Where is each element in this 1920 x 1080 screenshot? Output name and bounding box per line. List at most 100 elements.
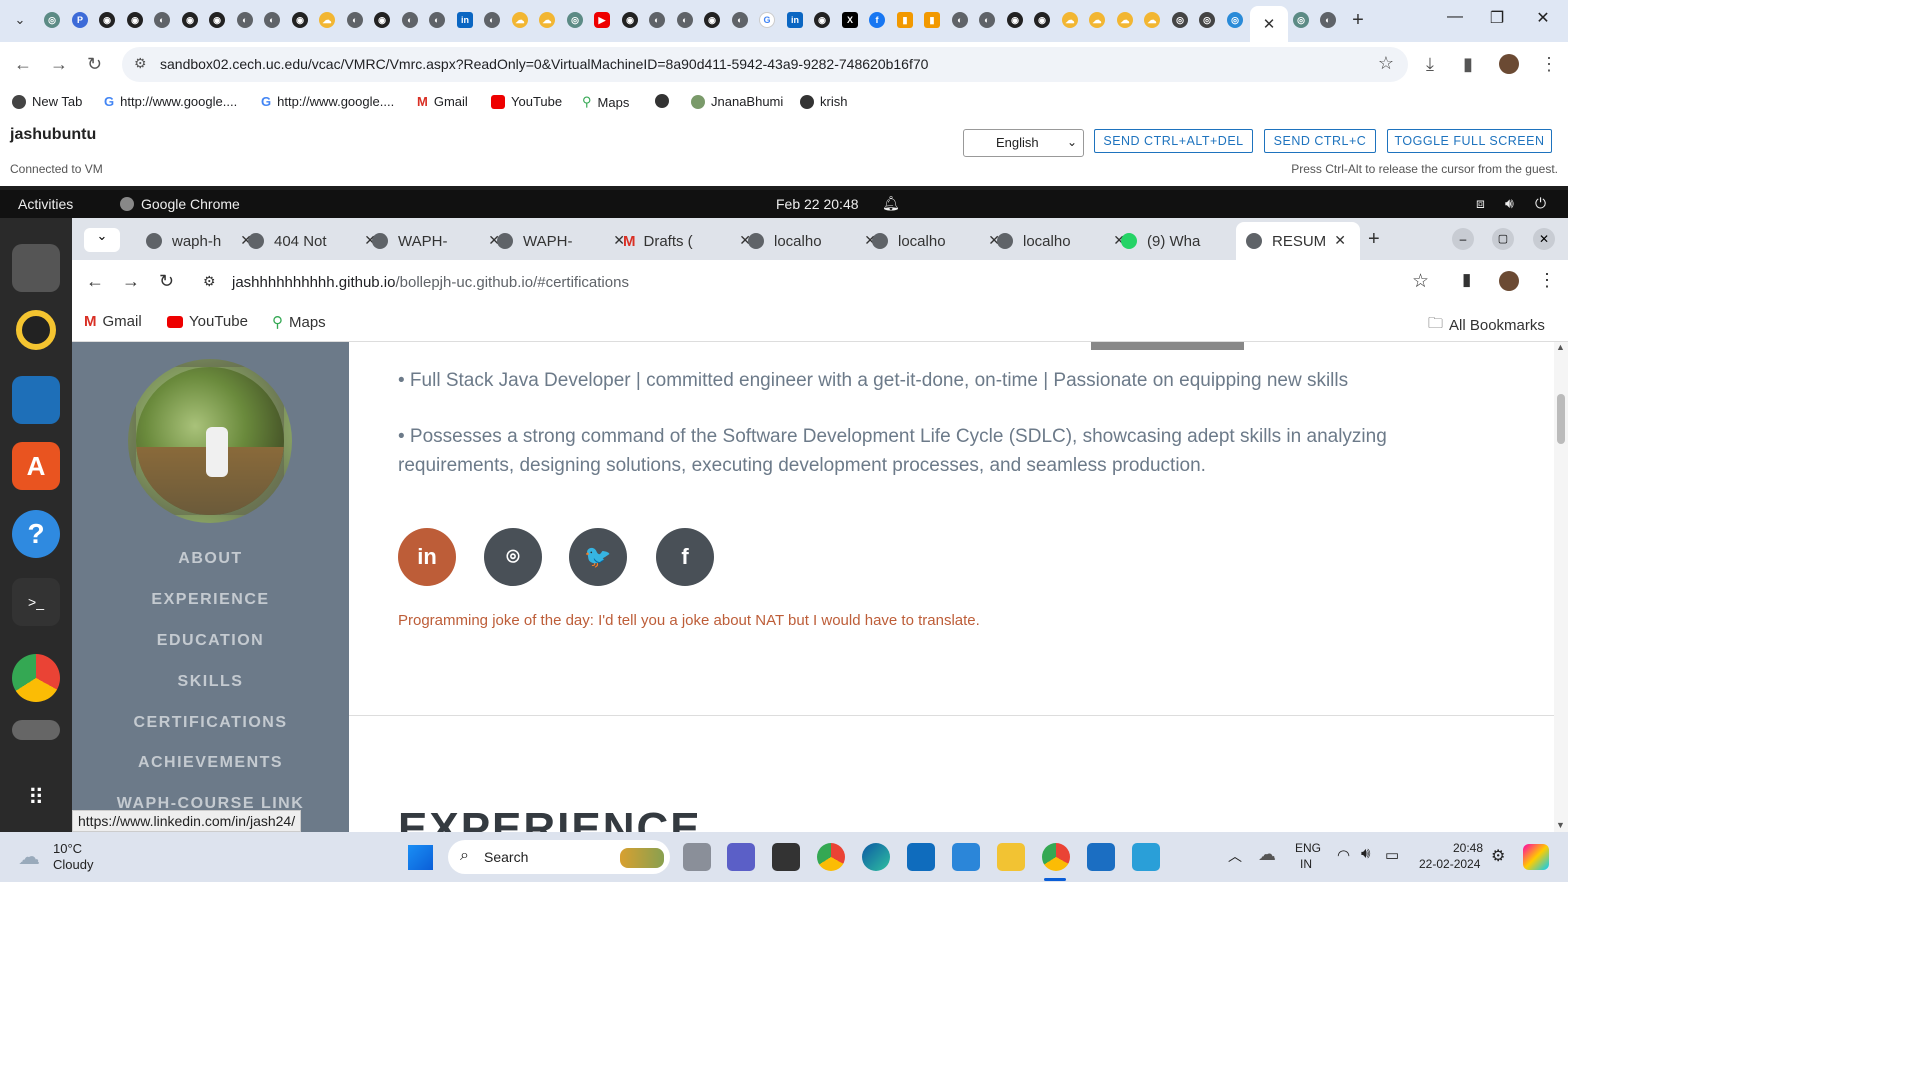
weather-tab[interactable]: ☁ [1086, 9, 1108, 31]
taskbar-date[interactable]: 22-02-2024 [1419, 857, 1480, 871]
globe-tab[interactable]: ◐ [399, 9, 421, 31]
weather-tab[interactable]: ☁ [1059, 9, 1081, 31]
nav-achievements[interactable]: ACHIEVEMENTS [72, 754, 349, 772]
github-tab[interactable]: ◉ [1031, 9, 1053, 31]
minimize-icon[interactable]: – [1452, 228, 1474, 250]
bookmark-youtube[interactable]: YouTube [167, 313, 248, 330]
nav-skills[interactable]: SKILLS [72, 673, 349, 691]
nav-about[interactable]: ABOUT [72, 550, 349, 568]
close-icon[interactable]: ✕ [1263, 15, 1276, 33]
tab-search-icon[interactable]: ⌄ [84, 228, 120, 252]
active-tab[interactable]: ✕ [1250, 6, 1288, 42]
side-panel-icon[interactable]: ▮ [1463, 54, 1473, 75]
app-grid-icon[interactable]: ⠿ [12, 774, 60, 822]
bookmark-maps[interactable]: ⚲ Maps [272, 313, 326, 332]
activities-button[interactable]: Activities [18, 196, 73, 212]
globe-tab[interactable]: ◐ [426, 9, 448, 31]
youtube-tab[interactable]: ▶ [591, 9, 613, 31]
copilot-icon[interactable] [1523, 844, 1549, 870]
download-icon[interactable]: ⤓ [1426, 54, 1434, 75]
bookmark-gmail[interactable]: M Gmail [84, 313, 142, 330]
site-info-icon[interactable]: ⚙ [203, 273, 216, 290]
file-explorer-icon[interactable] [997, 843, 1025, 871]
tab[interactable]: localho ✕ [872, 222, 1000, 260]
avatar[interactable] [1499, 271, 1519, 291]
lang-code[interactable]: ENG [1295, 841, 1321, 855]
files-icon[interactable] [12, 244, 60, 292]
github-tab[interactable]: ◉ [289, 9, 311, 31]
linkedin-tab[interactable]: in [784, 9, 806, 31]
bookmark-google-1[interactable]: Ghttp://www.google.... [104, 94, 237, 109]
paint-icon[interactable] [1132, 843, 1160, 871]
weather-tab[interactable]: ☁ [316, 9, 338, 31]
clock[interactable]: Feb 22 20:48 [776, 196, 859, 212]
tab-active[interactable]: RESUM ✕ [1236, 222, 1360, 260]
github-tab[interactable]: ◉ [701, 9, 723, 31]
bookmark-new-tab[interactable]: New Tab [12, 94, 82, 109]
onedrive-icon[interactable]: ☁ [1258, 844, 1276, 865]
chrome-active-icon[interactable] [1042, 843, 1070, 871]
tab-close-icon[interactable]: ✕ [1334, 232, 1346, 249]
google-tab[interactable]: G [756, 9, 778, 31]
weather-desc[interactable]: Cloudy [53, 857, 93, 872]
pinned-tab[interactable]: P [69, 9, 91, 31]
menu-icon[interactable]: ⋮ [1540, 54, 1558, 75]
wifi-icon[interactable]: ◠ [1337, 846, 1350, 864]
store-icon[interactable] [907, 843, 935, 871]
vm-screen[interactable]: Activities Google Chrome Feb 22 20:48 🔔︎… [0, 186, 1568, 832]
github-tab[interactable]: ◉ [206, 9, 228, 31]
scrollbar-thumb[interactable] [1557, 394, 1565, 444]
chart-tab[interactable]: ▮ [894, 9, 916, 31]
toggle-fullscreen-button[interactable]: TOGGLE FULL SCREEN [1387, 129, 1552, 153]
search-box[interactable]: ⌕ Search [448, 840, 670, 874]
pinned-tab[interactable]: ◎ [41, 9, 63, 31]
chevron-up-icon[interactable]: ︿ [1228, 846, 1242, 866]
forward-icon[interactable]: → [122, 271, 140, 292]
side-panel-icon[interactable]: ▮ [1462, 270, 1471, 290]
pinned-tab[interactable]: ◎ [1290, 9, 1312, 31]
tab[interactable]: waph-h ✕ [124, 222, 252, 260]
github-tab[interactable]: ◉ [96, 9, 118, 31]
lang-region[interactable]: IN [1300, 857, 1312, 871]
chart-tab[interactable]: ▮ [921, 9, 943, 31]
app-icon[interactable] [772, 843, 800, 871]
avatar[interactable] [1499, 54, 1519, 74]
battery-icon[interactable]: ▭ [1385, 846, 1399, 864]
back-icon[interactable]: ← [86, 271, 104, 292]
bookmark-star-icon[interactable]: ☆ [1412, 270, 1429, 293]
pinned-tab[interactable]: ◎ [1224, 9, 1246, 31]
weather-tab[interactable]: ☁ [1141, 9, 1163, 31]
volume-icon[interactable]: 🔊︎ [1361, 845, 1370, 862]
minimize-icon[interactable]: — [1432, 8, 1478, 26]
tab[interactable]: WAPH- ✕ [372, 222, 500, 260]
linkedin-icon[interactable]: in [398, 528, 456, 586]
drive-icon[interactable] [12, 720, 60, 740]
globe-tab[interactable]: ◐ [674, 9, 696, 31]
bookmark-youtube[interactable]: YouTube [491, 94, 562, 109]
pinned-tab[interactable]: ◎ [1169, 9, 1191, 31]
new-tab-button[interactable]: + [1368, 228, 1380, 251]
network-icon[interactable]: ⧈ [1476, 195, 1485, 212]
menu-icon[interactable]: ⋮ [1538, 270, 1556, 291]
bookmark-maps[interactable]: ⚲ Maps [582, 94, 629, 110]
globe-tab[interactable]: ◐ [646, 9, 668, 31]
reload-icon[interactable]: ↻ [87, 54, 102, 75]
new-tab-button[interactable]: + [1347, 9, 1369, 31]
vscode-icon[interactable] [952, 843, 980, 871]
app-menu[interactable]: Google Chrome [141, 196, 240, 212]
taskbar-time[interactable]: 20:48 [1453, 841, 1483, 855]
globe-tab[interactable]: ◐ [976, 9, 998, 31]
globe-tab[interactable]: ◐ [481, 9, 503, 31]
scrollbar[interactable]: ▲ ▼ [1554, 342, 1568, 832]
globe-tab[interactable]: ◐ [949, 9, 971, 31]
language-select[interactable]: English ⌄ [963, 129, 1084, 157]
tab[interactable]: (9) Wha✕ [1121, 222, 1249, 260]
weather-tab[interactable]: ☁ [1114, 9, 1136, 31]
reload-icon[interactable]: ↻ [159, 271, 174, 292]
tab[interactable]: M Drafts (✕ [623, 222, 751, 260]
pinned-tab[interactable]: ◎ [564, 9, 586, 31]
nav-experience[interactable]: EXPERIENCE [72, 591, 349, 609]
bookmark-gmail[interactable]: M Gmail [417, 94, 468, 109]
forward-icon[interactable]: → [50, 54, 68, 75]
all-bookmarks[interactable]: 🗀 All Bookmarks [1428, 313, 1545, 338]
